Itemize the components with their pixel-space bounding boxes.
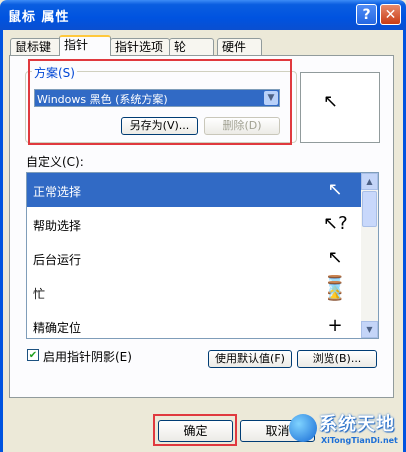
- tab-hardware[interactable]: 硬件: [217, 38, 262, 55]
- list-item-label: 正常选择: [33, 185, 82, 199]
- arrow-pointer-icon: ↖: [327, 179, 343, 200]
- list-item[interactable]: 正常选择 ↖: [27, 173, 362, 207]
- browse-button[interactable]: 浏览(B)...: [297, 350, 377, 368]
- delete-button[interactable]: 删除(D): [204, 117, 280, 135]
- scroll-down-icon[interactable]: ▼: [361, 321, 378, 338]
- close-button[interactable]: ✕: [380, 4, 401, 25]
- scheme-selected-value: Windows 黑色 (系统方案): [37, 93, 168, 106]
- help-pointer-icon: ↖?: [323, 213, 348, 234]
- arrow-pointer-icon: ↖: [323, 91, 339, 112]
- shadow-label: 启用指针阴影(E): [43, 350, 132, 364]
- scheme-select[interactable]: Windows 黑色 (系统方案) ▼: [34, 89, 280, 107]
- list-item-label: 帮助选择: [33, 219, 82, 233]
- chevron-down-icon[interactable]: ▼: [264, 91, 278, 105]
- list-item[interactable]: 忙 ⌛: [27, 275, 362, 309]
- window-title: 鼠标 属性: [8, 10, 70, 25]
- tab-pointer-options[interactable]: 指针选项: [110, 38, 170, 55]
- list-item[interactable]: 帮助选择 ↖?: [27, 207, 362, 241]
- help-button[interactable]: ?: [356, 4, 377, 25]
- save-as-button[interactable]: 另存为(V)...: [121, 117, 198, 135]
- watermark-brand: 系统天地: [319, 414, 395, 435]
- scrollbar-thumb[interactable]: [362, 191, 377, 227]
- list-item[interactable]: 精确定位 +: [27, 309, 362, 338]
- watermark: 系统天地 XiTongTianDi.net: [285, 408, 406, 452]
- tab-buttons[interactable]: 鼠标键: [10, 38, 61, 55]
- tab-pointers[interactable]: 指针: [59, 35, 111, 56]
- title-bar: 鼠标 属性 ? ✕: [0, 0, 406, 30]
- list-item-label: 忙: [33, 287, 46, 301]
- hourglass-icon: ⌛: [323, 281, 347, 302]
- scroll-up-icon[interactable]: ▲: [361, 173, 378, 190]
- scheme-label: 方案(S): [32, 64, 77, 81]
- watermark-url: XiTongTianDi.net: [321, 436, 398, 445]
- customize-label: 自定义(C):: [26, 155, 84, 169]
- tab-wheel[interactable]: 轮: [169, 38, 214, 55]
- crosshair-icon: +: [327, 315, 343, 336]
- use-default-button[interactable]: 使用默认值(F): [208, 350, 292, 368]
- list-item-label: 精确定位: [33, 321, 82, 335]
- list-scrollbar[interactable]: ▲ ▼: [361, 173, 378, 338]
- working-background-icon: ↖⌛: [323, 247, 347, 296]
- list-item-label: 后台运行: [33, 253, 82, 267]
- pointer-list[interactable]: 正常选择 ↖ 帮助选择 ↖? 后台运行 ↖⌛ 忙 ⌛ 精确定位 + ▲ ▼: [26, 172, 379, 339]
- ok-button[interactable]: 确定: [158, 420, 233, 442]
- list-item[interactable]: 后台运行 ↖⌛: [27, 241, 362, 296]
- shadow-checkbox[interactable]: ✔: [27, 349, 39, 361]
- pointer-preview: ↖: [300, 72, 380, 143]
- globe-logo-icon: [289, 414, 317, 442]
